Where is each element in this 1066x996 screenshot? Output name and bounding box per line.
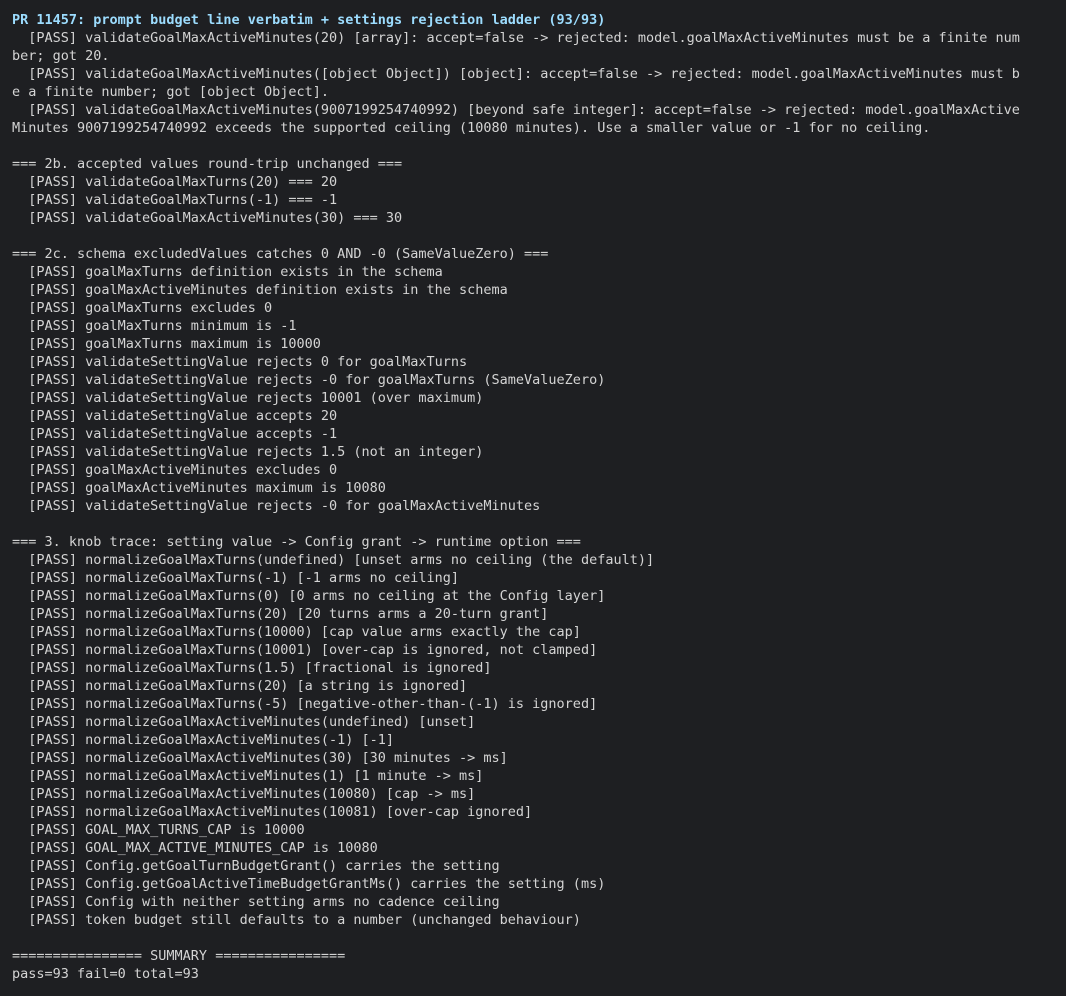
output-line: [PASS] validateGoalMaxActiveMinutes(30) …: [12, 210, 403, 226]
output-line: [PASS] normalizeGoalMaxActiveMinutes(1) …: [12, 768, 484, 784]
output-line: [PASS] validateGoalMaxActiveMinutes([obj…: [12, 66, 1020, 82]
output-line: [PASS] validateGoalMaxTurns(20) === 20: [12, 174, 338, 190]
output-line: [PASS] Config.getGoalTurnBudgetGrant() c…: [12, 858, 500, 874]
output-line: [PASS] normalizeGoalMaxTurns(10000) [cap…: [12, 624, 581, 640]
output-line: [PASS] GOAL_MAX_ACTIVE_MINUTES_CAP is 10…: [12, 840, 378, 856]
output-line: [PASS] normalizeGoalMaxActiveMinutes(-1)…: [12, 732, 395, 748]
output-line: [PASS] normalizeGoalMaxTurns(20) [20 tur…: [12, 606, 549, 622]
output-line: === 3. knob trace: setting value -> Conf…: [12, 534, 581, 550]
output-title: PR 11457: prompt budget line verbatim + …: [12, 12, 606, 28]
output-line: [PASS] normalizeGoalMaxActiveMinutes(100…: [12, 804, 533, 820]
output-line: [PASS] normalizeGoalMaxTurns(-1) [-1 arm…: [12, 570, 460, 586]
output-lines: [PASS] validateGoalMaxActiveMinutes(20) …: [12, 29, 1054, 983]
output-line: [PASS] validateSettingValue rejects -0 f…: [12, 372, 606, 388]
output-line: pass=93 fail=0 total=93: [12, 966, 199, 982]
output-line: [PASS] goalMaxActiveMinutes maximum is 1…: [12, 480, 386, 496]
output-line: [PASS] validateGoalMaxTurns(-1) === -1: [12, 192, 338, 208]
output-line: [PASS] Config with neither setting arms …: [12, 894, 500, 910]
output-line: [PASS] validateSettingValue rejects -0 f…: [12, 498, 541, 514]
output-line: [PASS] normalizeGoalMaxActiveMinutes(und…: [12, 714, 476, 730]
output-line: [PASS] normalizeGoalMaxActiveMinutes(100…: [12, 786, 476, 802]
output-line: [PASS] validateSettingValue accepts -1: [12, 426, 338, 442]
output-line: [PASS] normalizeGoalMaxActiveMinutes(30)…: [12, 750, 508, 766]
output-line: [PASS] goalMaxTurns maximum is 10000: [12, 336, 321, 352]
output-line: [PASS] normalizeGoalMaxTurns(0) [0 arms …: [12, 588, 606, 604]
output-line: [PASS] validateGoalMaxActiveMinutes(9007…: [12, 102, 1020, 118]
output-line: [PASS] goalMaxActiveMinutes excludes 0: [12, 462, 338, 478]
output-line: [PASS] normalizeGoalMaxTurns(10001) [ove…: [12, 642, 598, 658]
output-line: [PASS] normalizeGoalMaxTurns(undefined) …: [12, 552, 655, 568]
output-line: [PASS] normalizeGoalMaxTurns(20) [a stri…: [12, 678, 468, 694]
output-line: Minutes 9007199254740992 exceeds the sup…: [12, 120, 931, 136]
output-line: === 2c. schema excludedValues catches 0 …: [12, 246, 549, 262]
output-line: ber; got 20.: [12, 48, 110, 64]
output-line: [PASS] normalizeGoalMaxTurns(1.5) [fract…: [12, 660, 492, 676]
output-line: [PASS] goalMaxActiveMinutes definition e…: [12, 282, 508, 298]
output-line: [PASS] goalMaxTurns excludes 0: [12, 300, 273, 316]
output-line: [PASS] validateGoalMaxActiveMinutes(20) …: [12, 30, 1020, 46]
output-line: [PASS] goalMaxTurns definition exists in…: [12, 264, 443, 280]
output-line: ================ SUMMARY ===============…: [12, 948, 346, 964]
output-line: [PASS] validateSettingValue accepts 20: [12, 408, 338, 424]
output-line: [PASS] goalMaxTurns minimum is -1: [12, 318, 297, 334]
output-line: [PASS] validateSettingValue rejects 0 fo…: [12, 354, 468, 370]
output-line: [PASS] Config.getGoalActiveTimeBudgetGra…: [12, 876, 606, 892]
output-line: [PASS] validateSettingValue rejects 1.5 …: [12, 444, 484, 460]
output-line: [PASS] GOAL_MAX_TURNS_CAP is 10000: [12, 822, 305, 838]
output-line: e a finite number; got [object Object].: [12, 84, 329, 100]
output-line: [PASS] validateSettingValue rejects 1000…: [12, 390, 484, 406]
output-line: [PASS] normalizeGoalMaxTurns(-5) [negati…: [12, 696, 598, 712]
terminal-output[interactable]: PR 11457: prompt budget line verbatim + …: [0, 0, 1066, 996]
output-line: [PASS] token budget still defaults to a …: [12, 912, 581, 928]
output-line: === 2b. accepted values round-trip uncha…: [12, 156, 403, 172]
